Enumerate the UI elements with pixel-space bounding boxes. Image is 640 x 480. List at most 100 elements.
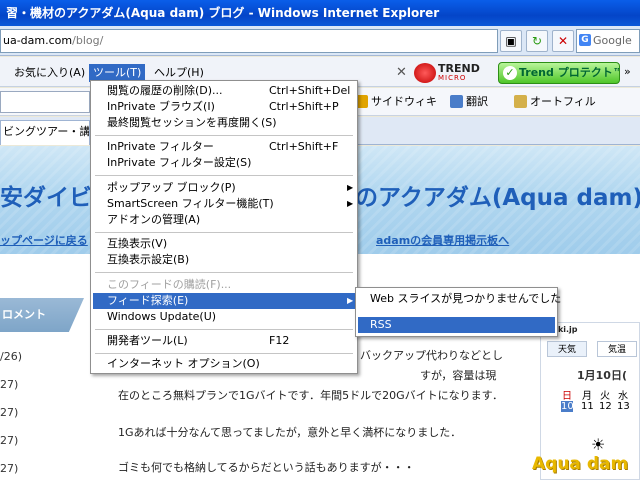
member-board-link[interactable]: adamの会員専用掲示板へ bbox=[376, 232, 509, 248]
menu-item-addons[interactable]: アドオンの管理(A) bbox=[93, 212, 355, 228]
body-line: 1Gあれば十分なんて思ってましたが，意外と早く満杯になりました． bbox=[118, 426, 462, 439]
widget-date: 1月10日( bbox=[577, 369, 627, 382]
body-line: バックアップ代わりなどとし bbox=[360, 349, 503, 362]
submenu-item-no-webslice[interactable]: Web スライスが見つかりませんでした bbox=[358, 291, 561, 307]
comment-date[interactable]: 27) bbox=[0, 462, 18, 475]
tab-blog[interactable]: ビングツアー・講習・機 bbox=[0, 120, 90, 145]
autofill-label: オートフィル bbox=[530, 95, 596, 108]
menu-item-label: InPrivate フィルター設定(S) bbox=[107, 156, 252, 169]
menu-item-label: InPrivate フィルター bbox=[107, 140, 214, 153]
menu-item-label: このフィードの購読(F)... bbox=[107, 278, 232, 291]
comment-date[interactable]: 27) bbox=[0, 406, 18, 419]
menu-item-inprivate-filter[interactable]: InPrivate フィルター Ctrl+Shift+F bbox=[93, 139, 355, 155]
compatibility-view-icon[interactable]: ▣ bbox=[500, 30, 522, 52]
menu-item-feed-discovery[interactable]: フィード探索(E) ▶ bbox=[93, 293, 355, 309]
aqua-dam-logo: Aqua dam bbox=[532, 454, 629, 474]
translate-icon bbox=[450, 95, 463, 108]
body-line: すが，容量は現 bbox=[420, 369, 497, 382]
comment-date[interactable]: /26) bbox=[0, 350, 22, 363]
left-sidebar: ロメント /26) 27) 27) 27) 27) bbox=[0, 254, 100, 480]
widget-tab-weather[interactable]: 天気 bbox=[547, 341, 587, 357]
widget-num: 10 bbox=[561, 401, 574, 412]
menu-item-reopen-session[interactable]: 最終閲覧セッションを再度開く(S) bbox=[93, 115, 355, 131]
menu-item-label: アドオンの管理(A) bbox=[107, 213, 201, 226]
trend-ball-icon bbox=[414, 63, 436, 83]
widget-day: 火 bbox=[600, 391, 610, 402]
menu-separator bbox=[95, 135, 353, 136]
widget-num: 12 bbox=[599, 401, 612, 412]
sidewiki-label: サイドウィキ bbox=[371, 95, 437, 108]
submenu-item-label: Web スライスが見つかりませんでした bbox=[370, 292, 562, 305]
menu-item-subscribe-feed: このフィードの購読(F)... bbox=[93, 277, 355, 293]
menu-item-label: ポップアップ ブロック(P) bbox=[107, 181, 236, 194]
menu-item-internet-options[interactable]: インターネット オプション(O) bbox=[93, 356, 355, 372]
menu-item-smartscreen[interactable]: SmartScreen フィルター機能(T) ▶ bbox=[93, 196, 355, 212]
widget-day: 水 bbox=[618, 391, 628, 402]
translate-button[interactable]: 翻訳 bbox=[450, 94, 488, 110]
widget-num: 11 bbox=[581, 401, 594, 412]
menu-item-compat-view[interactable]: 互換表示(V) bbox=[93, 236, 355, 252]
search-placeholder: Google bbox=[593, 34, 632, 47]
menu-item-delete-history[interactable]: 閲覧の履歴の削除(D)... Ctrl+Shift+Del bbox=[93, 83, 355, 99]
menu-item-shortcut: Ctrl+Shift+Del bbox=[269, 84, 351, 97]
window-title-bar: 習・機材のアクアダム(Aqua dam) ブログ - Windows Inter… bbox=[0, 0, 640, 26]
site-title-right: のアクアダム(Aqua dam) ブ bbox=[355, 185, 640, 211]
menu-separator bbox=[95, 353, 353, 354]
trend-micro-logo: TREND MICRO bbox=[414, 63, 490, 83]
submenu-arrow-icon: ▶ bbox=[347, 199, 354, 208]
search-input[interactable]: G Google bbox=[576, 29, 640, 53]
comments-heading-text: ロメント bbox=[2, 308, 46, 321]
comments-heading: ロメント bbox=[0, 298, 84, 332]
menu-separator bbox=[95, 272, 353, 273]
menu-item-label: Windows Update(U) bbox=[107, 310, 217, 323]
menu-item-label: 最終閲覧セッションを再度開く(S) bbox=[107, 116, 277, 129]
sidewiki-button[interactable]: サイドウィキ bbox=[355, 94, 437, 110]
menu-item-dev-tools[interactable]: 開発者ツール(L) F12 bbox=[93, 333, 355, 349]
menu-item-label: フィード探索(E) bbox=[107, 294, 189, 307]
menu-item-windows-update[interactable]: Windows Update(U) bbox=[93, 309, 355, 325]
menu-item-inprivate-filter-settings[interactable]: InPrivate フィルター設定(S) bbox=[93, 155, 355, 171]
autofill-button[interactable]: オートフィル bbox=[514, 94, 596, 110]
menu-item-compat-settings[interactable]: 互換表示設定(B) bbox=[93, 252, 355, 268]
menu-item-label: 閲覧の履歴の削除(D)... bbox=[107, 84, 223, 97]
submenu-item-rss[interactable]: RSS bbox=[358, 317, 555, 333]
toolbar-close-icon[interactable]: ✕ bbox=[396, 65, 407, 80]
menu-separator bbox=[95, 329, 353, 330]
trend-protect-button[interactable]: ✓ Trend プロテクト™ bbox=[498, 62, 620, 84]
trend-protect-label: Trend プロテクト™ bbox=[519, 66, 620, 79]
menu-favorites[interactable]: お気に入り(A) bbox=[10, 64, 89, 82]
widget-day: 月 bbox=[582, 391, 592, 402]
home-link[interactable]: ップページに戻る bbox=[0, 232, 88, 248]
menu-separator bbox=[95, 232, 353, 233]
menu-item-label: 互換表示(V) bbox=[107, 237, 168, 250]
address-input[interactable]: ua-dam.com/blog/ bbox=[0, 29, 498, 53]
chevron-right-icon[interactable]: » bbox=[624, 65, 631, 78]
submenu-arrow-icon: ▶ bbox=[347, 296, 354, 305]
menu-item-shortcut: Ctrl+Shift+P bbox=[269, 100, 339, 113]
refresh-icon[interactable]: ↻ bbox=[526, 30, 548, 52]
check-icon: ✓ bbox=[503, 66, 517, 80]
widget-day: 日 bbox=[562, 391, 572, 402]
menu-item-shortcut: F12 bbox=[269, 334, 290, 347]
stop-icon[interactable]: ✕ bbox=[552, 30, 574, 52]
google-icon: G bbox=[579, 34, 591, 46]
menu-item-label: InPrivate ブラウズ(I) bbox=[107, 100, 215, 113]
window-title: 習・機材のアクアダム(Aqua dam) ブログ - Windows Inter… bbox=[6, 6, 440, 20]
site-title-left: 安ダイビ bbox=[0, 185, 92, 211]
comment-date[interactable]: 27) bbox=[0, 434, 18, 447]
toolbar-search-field[interactable] bbox=[0, 91, 90, 113]
menu-item-popup-block[interactable]: ポップアップ ブロック(P) ▶ bbox=[93, 180, 355, 196]
menu-item-label: インターネット オプション(O) bbox=[107, 357, 260, 370]
comment-date[interactable]: 27) bbox=[0, 378, 18, 391]
menu-item-label: SmartScreen フィルター機能(T) bbox=[107, 197, 274, 210]
widget-tab-temp[interactable]: 気温 bbox=[597, 341, 637, 357]
widget-num: 13 bbox=[617, 401, 630, 412]
autofill-icon bbox=[514, 95, 527, 108]
menu-item-inprivate-browse[interactable]: InPrivate ブラウズ(I) Ctrl+Shift+P bbox=[93, 99, 355, 115]
menu-item-label: 互換表示設定(B) bbox=[107, 253, 190, 266]
menu-separator bbox=[95, 175, 353, 176]
menu-item-label: 開発者ツール(L) bbox=[107, 334, 188, 347]
address-host: ua-dam.com bbox=[3, 34, 73, 47]
body-line: 在のところ無料プランで1Gバイトです．年間5ドルで20Gバイトになります． bbox=[118, 389, 504, 402]
trend-logo-sub: MICRO bbox=[438, 74, 467, 82]
